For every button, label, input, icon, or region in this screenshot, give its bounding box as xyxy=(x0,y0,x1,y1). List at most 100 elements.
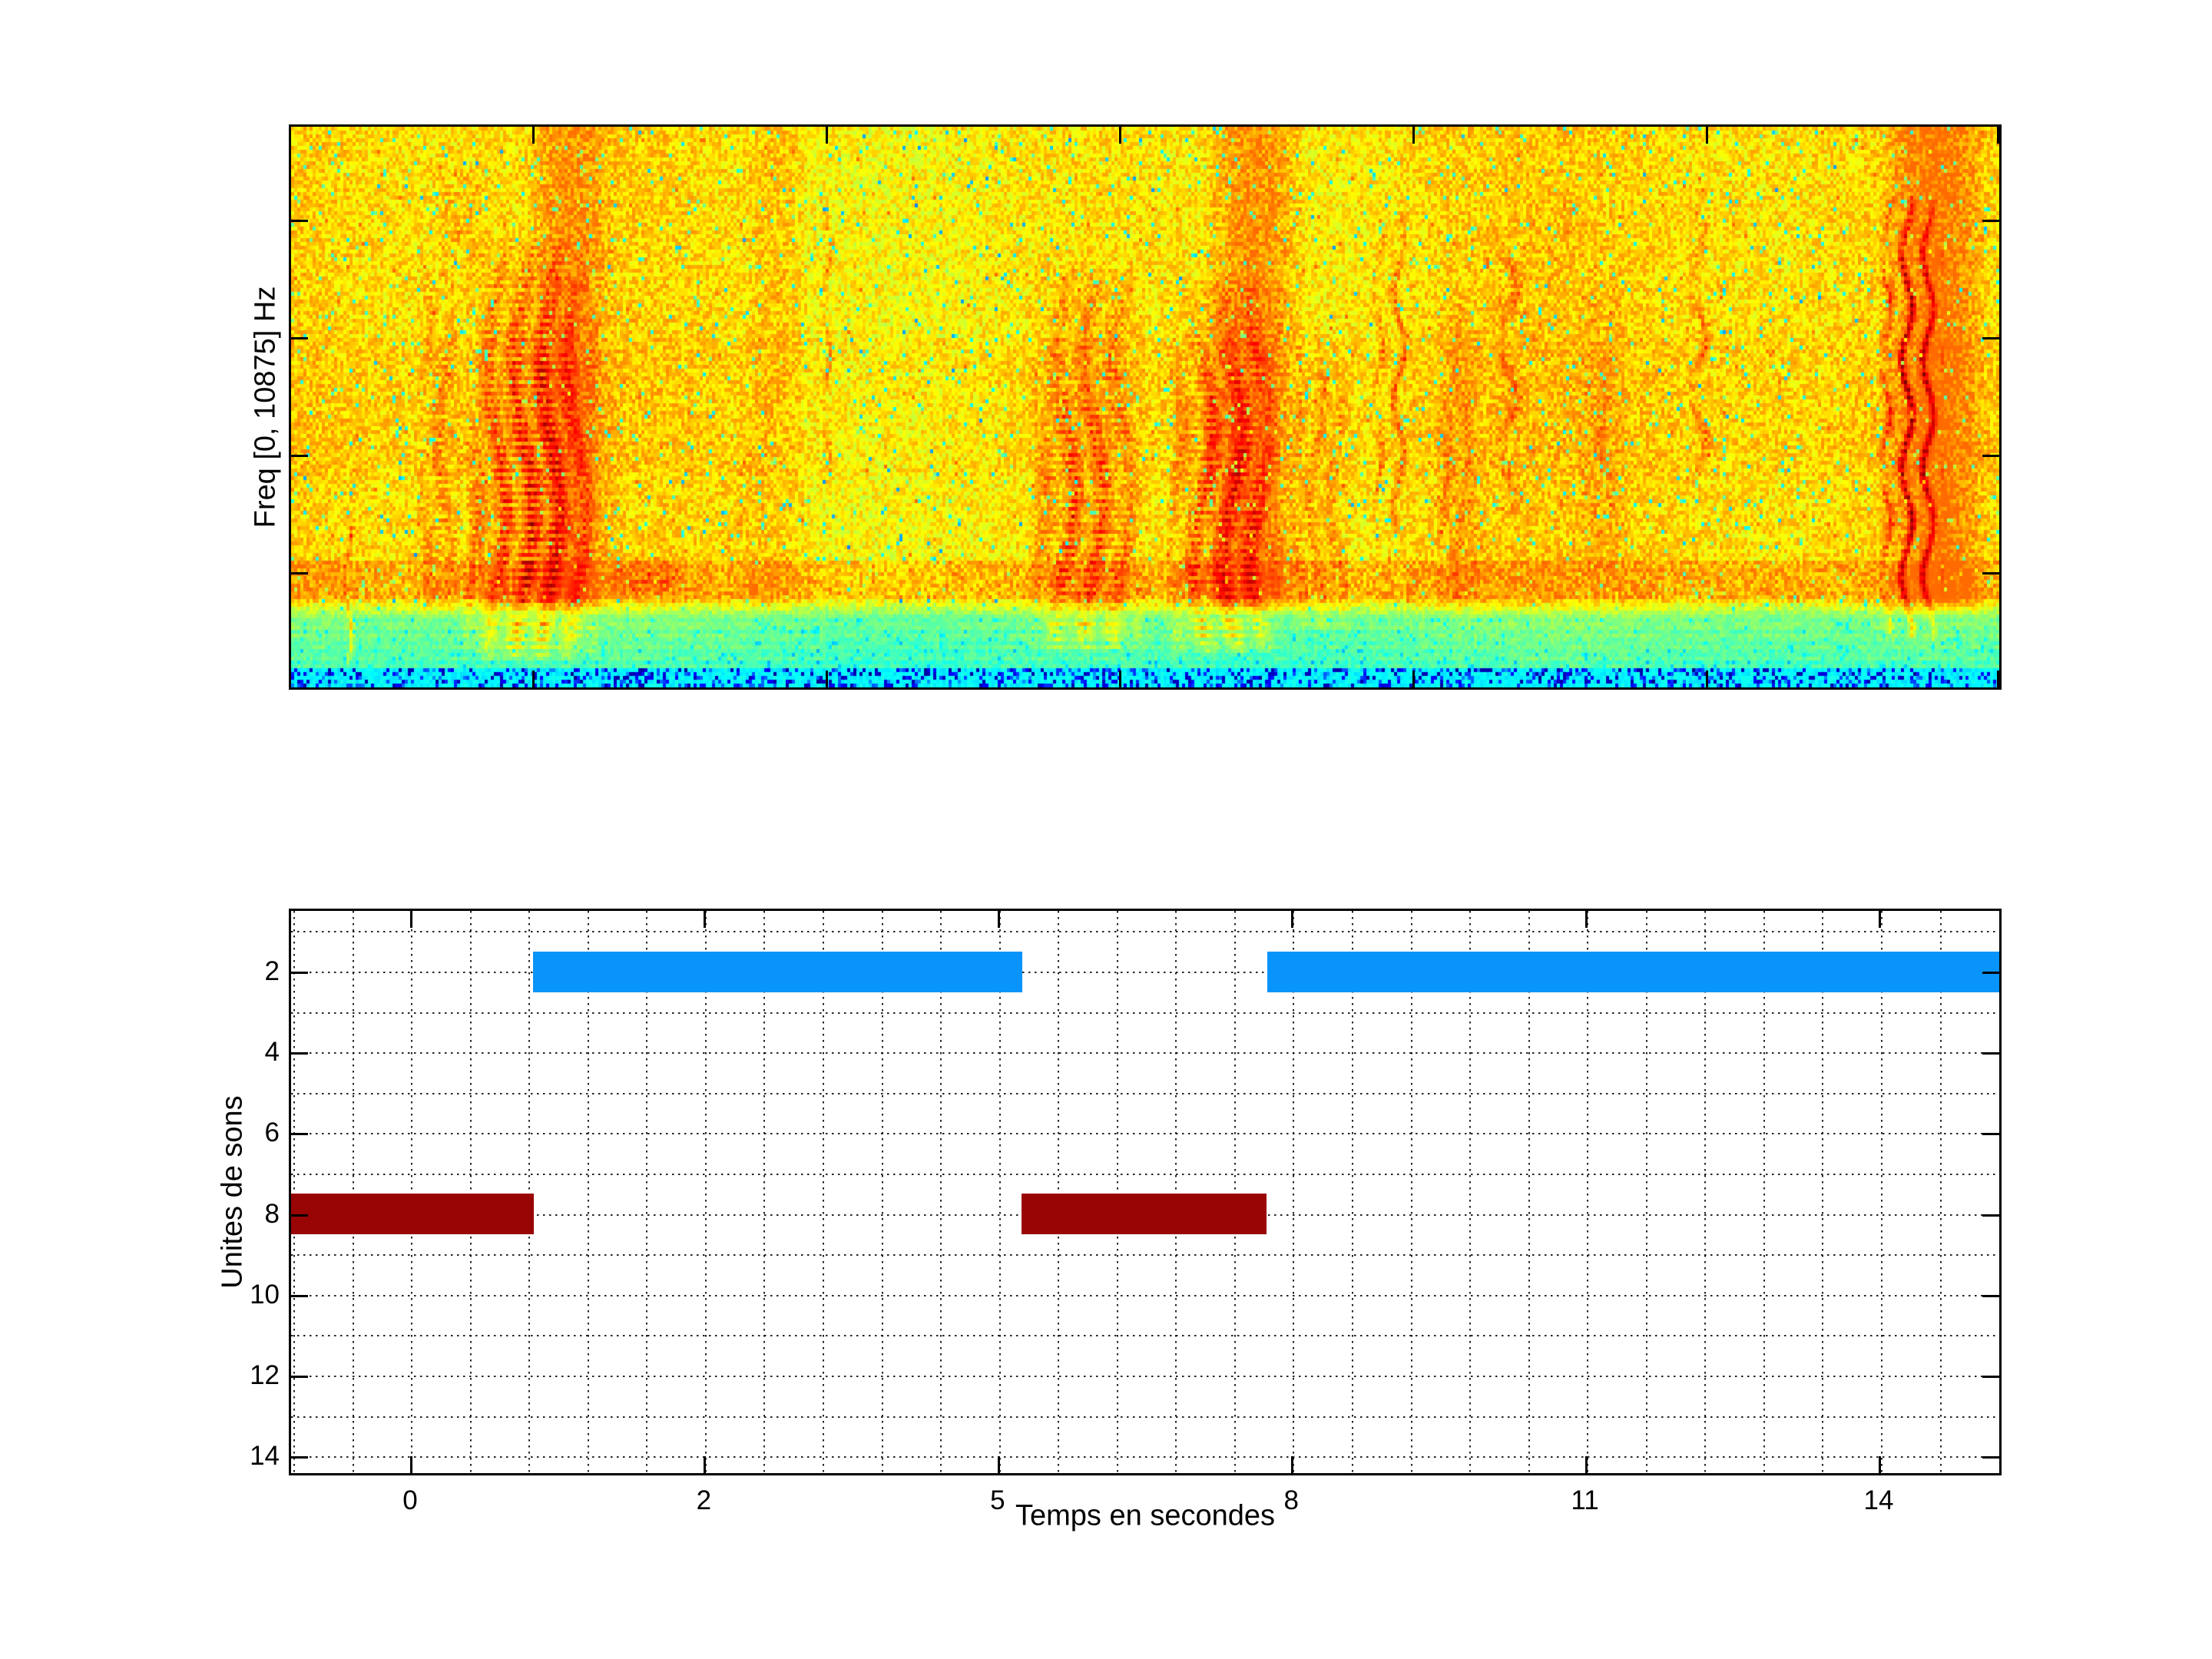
time-axis-label: Temps en secondes xyxy=(1015,1500,1275,1533)
y-tick-label: 6 xyxy=(265,1118,280,1148)
x-tick-mark xyxy=(1585,1456,1588,1473)
spec-x-tick-mark xyxy=(1119,127,1121,144)
y-tick-label: 10 xyxy=(250,1280,280,1310)
spec-y-tick-mark xyxy=(291,220,308,222)
x-tick-mark xyxy=(998,1456,1000,1473)
y-tick-mark xyxy=(1982,1456,1999,1459)
grid-line-vertical xyxy=(1822,911,1823,1473)
y-tick-label: 12 xyxy=(250,1360,280,1391)
spec-x-tick-mark xyxy=(1706,127,1708,144)
y-tick-label: 8 xyxy=(265,1199,280,1230)
matlab-figure: { "figure": { "background": "#ffffff" },… xyxy=(0,0,2212,1659)
y-tick-mark xyxy=(291,972,308,974)
sound-unit-bar xyxy=(1267,952,1999,992)
spec-y-tick-mark xyxy=(291,572,308,575)
spec-x-tick-mark xyxy=(1412,127,1415,144)
y-tick-label: 4 xyxy=(265,1037,280,1068)
grid-line-vertical xyxy=(1587,911,1588,1473)
spectrogram-axes xyxy=(289,124,2002,690)
x-tick-mark xyxy=(410,1456,412,1473)
grid-line-horizontal xyxy=(291,1052,1999,1054)
grid-line-vertical xyxy=(1411,911,1412,1473)
y-tick-mark xyxy=(291,1052,308,1055)
sound-unit-bar xyxy=(533,952,1022,992)
spec-x-tick-mark xyxy=(826,127,828,144)
grid-line-horizontal xyxy=(291,931,1999,932)
grid-line-vertical xyxy=(1940,911,1942,1473)
grid-line-horizontal xyxy=(291,1295,1999,1296)
x-tick-mark xyxy=(1879,911,1881,928)
grid-line-horizontal xyxy=(291,1093,1999,1094)
grid-line-vertical xyxy=(353,911,354,1473)
y-tick-mark xyxy=(291,1295,308,1297)
freq-axis-label: Freq [0, 10875] Hz xyxy=(250,286,283,528)
grid-line-vertical xyxy=(763,911,765,1473)
spec-y-tick-mark xyxy=(1982,220,1999,222)
grid-line-vertical xyxy=(823,911,824,1473)
grid-line-vertical xyxy=(470,911,472,1473)
spec-y-tick-mark xyxy=(291,337,308,339)
spec-x-tick-mark xyxy=(1119,671,1121,687)
grid-line-horizontal xyxy=(291,1133,1999,1134)
y-tick-mark xyxy=(291,1456,308,1459)
sound-unit-bar xyxy=(291,1194,534,1234)
grid-line-vertical xyxy=(999,911,1001,1473)
x-tick-label: 14 xyxy=(1864,1485,1894,1516)
x-tick-label: 8 xyxy=(1283,1485,1298,1516)
x-tick-label: 0 xyxy=(402,1485,417,1516)
spec-y-tick-mark xyxy=(1982,455,1999,457)
grid-line-horizontal xyxy=(291,1254,1999,1256)
x-tick-label: 2 xyxy=(697,1485,711,1516)
y-tick-mark xyxy=(1982,1295,1999,1297)
grid-line-horizontal xyxy=(291,1456,1999,1458)
timeline-axes xyxy=(289,909,2002,1475)
grid-line-vertical xyxy=(1293,911,1294,1473)
y-tick-mark xyxy=(1982,1214,1999,1217)
y-tick-mark xyxy=(291,1376,308,1378)
grid-line-vertical xyxy=(882,911,883,1473)
grid-line-vertical xyxy=(705,911,707,1473)
grid-line-vertical xyxy=(1528,911,1530,1473)
sound-unit-bar xyxy=(1022,1194,1267,1234)
x-tick-mark xyxy=(704,911,706,928)
y-tick-mark xyxy=(1982,1133,1999,1135)
grid-line-vertical xyxy=(1117,911,1118,1473)
grid-line-horizontal xyxy=(291,1376,1999,1377)
grid-line-horizontal xyxy=(291,1416,1999,1418)
spec-x-tick-mark xyxy=(532,127,535,144)
grid-line-vertical xyxy=(646,911,647,1473)
x-tick-mark xyxy=(1291,1456,1293,1473)
grid-line-vertical xyxy=(1352,911,1353,1473)
spec-x-tick-mark xyxy=(532,671,535,687)
grid-line-vertical xyxy=(293,911,295,1473)
grid-line-vertical xyxy=(1175,911,1177,1473)
grid-line-vertical xyxy=(940,911,942,1473)
x-tick-label: 5 xyxy=(990,1485,1005,1516)
y-tick-mark xyxy=(1982,972,1999,974)
grid-line-vertical xyxy=(411,911,412,1473)
spec-x-tick-mark xyxy=(1997,127,1999,144)
grid-line-vertical xyxy=(1058,911,1059,1473)
spec-x-tick-mark xyxy=(826,671,828,687)
spectrogram-canvas xyxy=(291,127,1999,687)
grid-line-vertical xyxy=(1704,911,1706,1473)
x-tick-label: 11 xyxy=(1571,1485,1598,1516)
grid-line-vertical xyxy=(588,911,589,1473)
grid-line-horizontal xyxy=(291,1012,1999,1014)
grid-line-vertical xyxy=(1763,911,1765,1473)
y-tick-label: 14 xyxy=(250,1441,280,1472)
y-tick-label: 2 xyxy=(265,956,280,987)
x-tick-mark xyxy=(410,911,412,928)
x-tick-mark xyxy=(1585,911,1588,928)
y-tick-mark xyxy=(1982,1376,1999,1378)
grid-line-vertical xyxy=(528,911,530,1473)
spec-y-tick-mark xyxy=(291,455,308,457)
units-axis-label: Unites de sons xyxy=(217,1095,250,1288)
grid-line-vertical xyxy=(1646,911,1647,1473)
y-tick-mark xyxy=(291,1133,308,1135)
x-tick-mark xyxy=(1879,1456,1881,1473)
grid-line-horizontal xyxy=(291,1335,1999,1336)
grid-line-vertical xyxy=(1881,911,1883,1473)
spec-x-tick-mark xyxy=(1706,671,1708,687)
spec-y-tick-mark xyxy=(1982,337,1999,339)
